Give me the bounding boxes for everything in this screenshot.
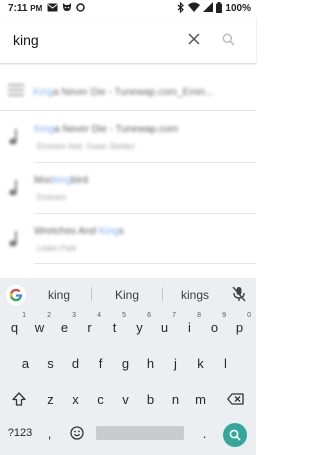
suggestion-item[interactable]: King: [104, 288, 150, 302]
list-icon: [8, 83, 24, 101]
divider: [91, 287, 92, 301]
album-title: Kinga Never Die - Tunewap.com_Emin...: [33, 87, 214, 98]
key-d[interactable]: d: [63, 350, 88, 376]
space-key[interactable]: [96, 426, 184, 440]
period-key[interactable]: .: [192, 420, 217, 446]
music-note-icon: [9, 180, 21, 201]
key-x[interactable]: x: [63, 386, 88, 412]
mic-off-icon[interactable]: [232, 286, 246, 307]
wifi-icon: [188, 2, 201, 15]
song-item[interactable]: Wretches And Kings Linkin Park: [0, 215, 256, 265]
song-title: Wretches And Kings: [34, 226, 124, 237]
key-v[interactable]: v: [113, 386, 138, 412]
battery-icon: [216, 1, 223, 16]
divider: [34, 162, 256, 163]
status-time: 7:11 PM: [8, 3, 43, 14]
key-p[interactable]: p0: [227, 312, 252, 340]
suggestion-strip: king King kings: [0, 278, 256, 311]
key-o[interactable]: o9: [202, 312, 227, 340]
divider: [34, 263, 256, 264]
key-y[interactable]: y6: [127, 312, 152, 340]
backspace-key[interactable]: [220, 386, 250, 412]
key-g[interactable]: g: [113, 350, 138, 376]
battery-percent: 100%: [225, 3, 251, 14]
key-a[interactable]: a: [13, 350, 38, 376]
google-g-icon[interactable]: [6, 285, 26, 305]
song-artist: Eminem feat. Gwen Stefani: [37, 142, 135, 151]
song-title: Mockingbird: [34, 175, 88, 186]
key-h[interactable]: h: [138, 350, 163, 376]
key-l[interactable]: l: [213, 350, 238, 376]
key-n[interactable]: n: [163, 386, 188, 412]
song-artist: Eminem: [37, 193, 67, 202]
key-t[interactable]: t5: [102, 312, 127, 340]
search-enter-key[interactable]: [223, 423, 247, 447]
clear-button[interactable]: [183, 28, 205, 50]
key-j[interactable]: j: [163, 350, 188, 376]
key-k[interactable]: k: [188, 350, 213, 376]
song-artist: Linkin Park: [37, 244, 77, 253]
shift-icon: [12, 392, 26, 406]
music-note-icon: [9, 129, 21, 150]
key-w[interactable]: w2: [27, 312, 52, 340]
symbols-key[interactable]: ?123: [3, 420, 37, 446]
circle-icon: [76, 2, 85, 15]
emoji-icon: [70, 426, 84, 440]
divider: [0, 110, 256, 111]
search-icon: [222, 33, 235, 46]
shift-key[interactable]: [5, 386, 33, 412]
suggestion-item[interactable]: kings: [172, 288, 218, 302]
song-item[interactable]: Mockingbird Eminem: [0, 164, 256, 214]
search-input[interactable]: [13, 30, 173, 50]
song-title: Kinga Never Die - Tunewap.com: [34, 124, 178, 135]
key-s[interactable]: s: [38, 350, 63, 376]
key-i[interactable]: i8: [177, 312, 202, 340]
search-bar: [0, 17, 256, 63]
key-f[interactable]: f: [88, 350, 113, 376]
bluetooth-icon: [177, 1, 185, 16]
backspace-icon: [226, 393, 244, 405]
emoji-key[interactable]: [64, 420, 90, 446]
music-note-icon: [9, 231, 21, 252]
key-q[interactable]: q1: [2, 312, 27, 340]
key-e[interactable]: e3: [52, 312, 77, 340]
key-m[interactable]: m: [188, 386, 213, 412]
mail-icon: [47, 3, 58, 15]
search-button[interactable]: [217, 28, 239, 50]
close-icon: [188, 33, 200, 45]
key-b[interactable]: b: [138, 386, 163, 412]
divider: [34, 213, 256, 214]
key-r[interactable]: r4: [77, 312, 102, 340]
album-row[interactable]: Kinga Never Die - Tunewap.com_Emin...: [0, 71, 256, 109]
search-icon: [229, 429, 241, 441]
signal-icon: [203, 2, 214, 15]
status-bar: 7:11 PM 100%: [0, 0, 256, 17]
key-u[interactable]: u7: [152, 312, 177, 340]
comma-key[interactable]: ,: [37, 420, 62, 446]
key-z[interactable]: z: [38, 386, 63, 412]
suggestion-item[interactable]: king: [36, 288, 82, 302]
song-item[interactable]: Kinga Never Die - Tunewap.com Eminem fea…: [0, 113, 256, 163]
cat-icon: [62, 2, 72, 15]
keyboard: king King kings q1 w2 e3 r4 t5 y6 u7 i8 …: [0, 278, 256, 455]
divider: [162, 287, 163, 301]
key-c[interactable]: c: [88, 386, 113, 412]
results-list: Kinga Never Die - Tunewap.com_Emin... Ki…: [0, 63, 256, 278]
